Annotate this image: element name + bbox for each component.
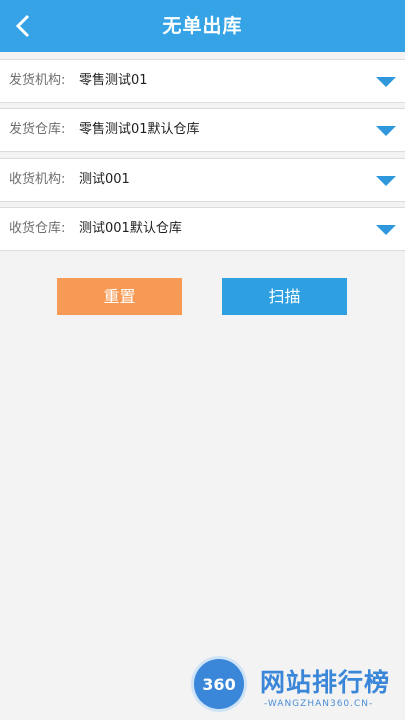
reset-button[interactable]: 重置	[57, 278, 182, 315]
watermark: 360 网站排行榜 -WANGZHAN360.CN-	[190, 655, 400, 717]
receiver-warehouse-label: 收货仓库:	[9, 221, 66, 236]
receiver-org-value: 测试001	[79, 172, 130, 187]
dropdown-arrow-icon[interactable]	[376, 176, 396, 186]
watermark-logo: 360	[194, 659, 244, 709]
app-header: 无单出库	[0, 0, 405, 52]
receiver-warehouse-select[interactable]: 收货仓库: 测试001默认仓库	[0, 207, 405, 251]
sender-warehouse-select[interactable]: 发货仓库: 零售测试01默认仓库	[0, 108, 405, 152]
receiver-org-select[interactable]: 收货机构: 测试001	[0, 158, 405, 202]
sender-org-select[interactable]: 发货机构: 零售测试01	[0, 59, 405, 103]
sender-warehouse-value: 零售测试01默认仓库	[79, 122, 200, 137]
sender-org-value: 零售测试01	[79, 73, 148, 88]
scan-button[interactable]: 扫描	[222, 278, 347, 315]
watermark-subtitle: -WANGZHAN360.CN-	[264, 699, 374, 709]
sender-org-label: 发货机构:	[9, 73, 66, 88]
page-title: 无单出库	[162, 15, 243, 37]
dropdown-arrow-icon[interactable]	[376, 77, 396, 87]
dropdown-arrow-icon[interactable]	[376, 126, 396, 136]
sender-warehouse-label: 发货仓库:	[9, 122, 66, 137]
dropdown-arrow-icon[interactable]	[376, 225, 396, 235]
receiver-warehouse-value: 测试001默认仓库	[79, 221, 182, 236]
watermark-title: 网站排行榜	[260, 668, 391, 697]
receiver-org-label: 收货机构:	[9, 172, 66, 187]
